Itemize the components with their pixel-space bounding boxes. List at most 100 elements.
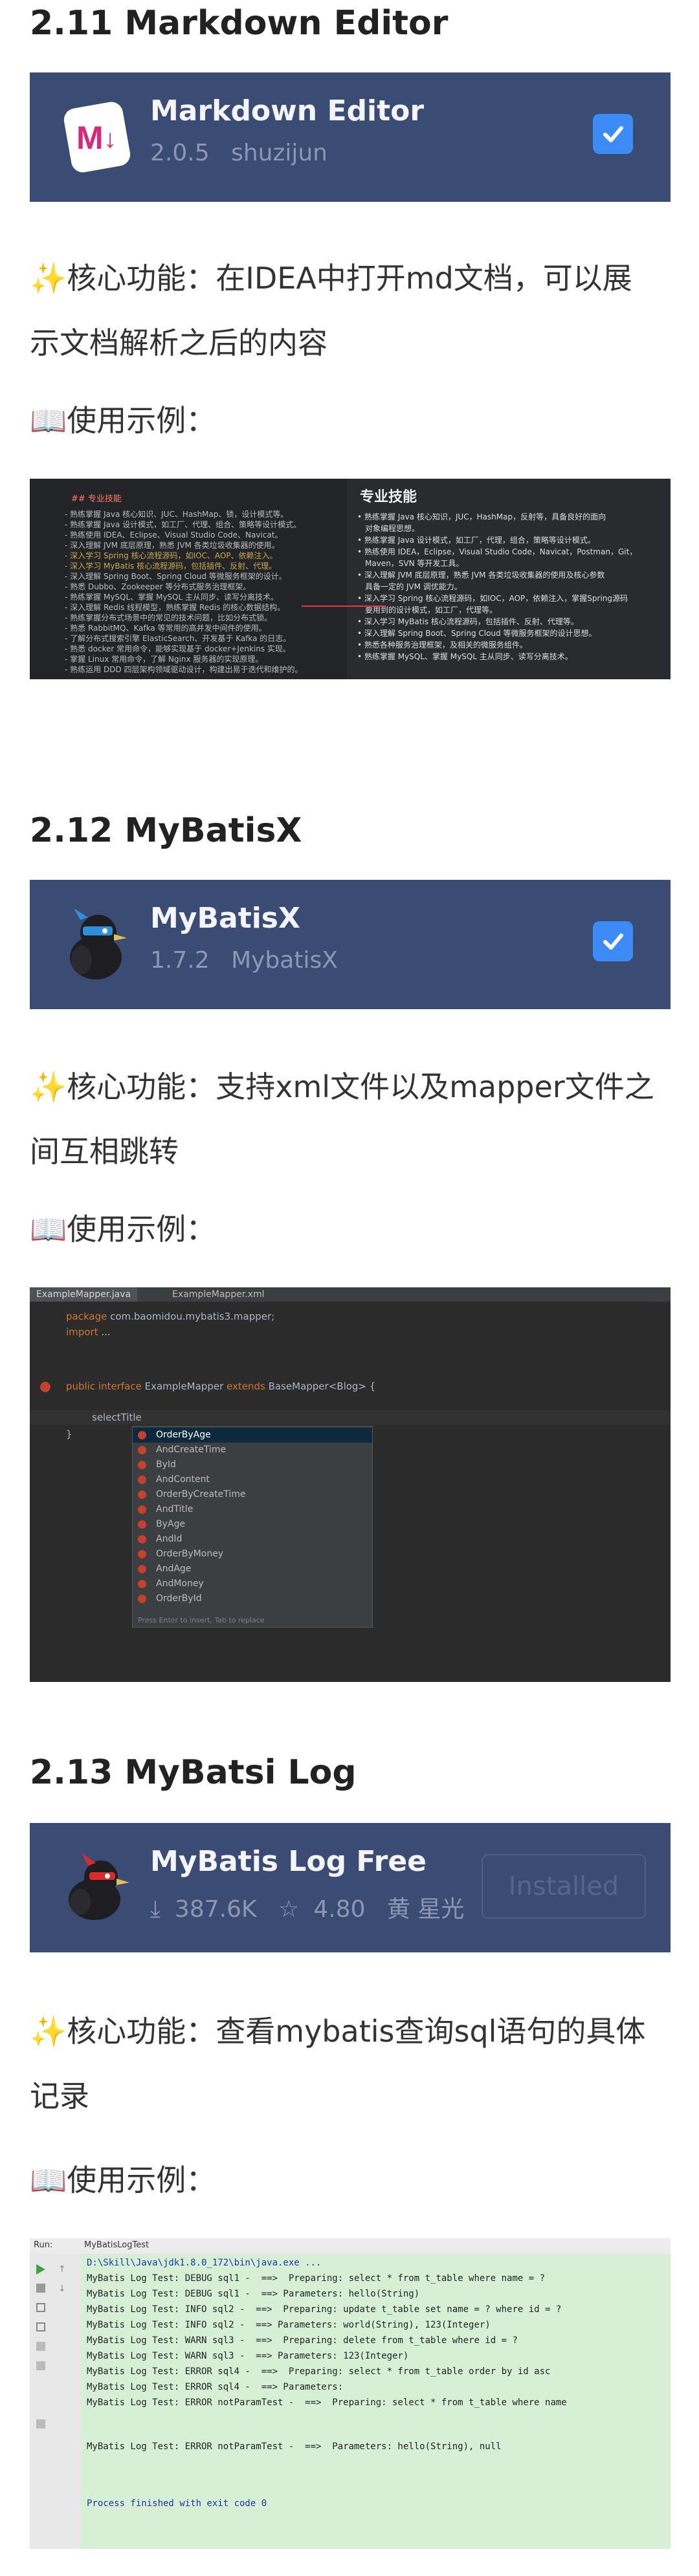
method-icon: [138, 1595, 146, 1603]
console-line: MyBatis Log Test: ERROR notParamTest - =…: [87, 2397, 567, 2408]
completion-item[interactable]: AndTitle: [133, 1502, 372, 1517]
editor-tab-bar: ExampleMapper.java ExampleMapper.xml: [30, 1287, 671, 1302]
plugin-downloads: 387.6K: [174, 1896, 257, 1923]
markdown-rendered-pane: 专业技能 • 熟练掌握 Java 核心知识，JUC，HashMap，反射等，具备…: [347, 479, 671, 679]
plugin-meta: 1.7.2 MybatisX: [150, 947, 352, 974]
tab-example-mapper-xml[interactable]: ExampleMapper.xml: [166, 1287, 271, 1302]
star-icon: ☆: [278, 1896, 300, 1923]
stop-icon[interactable]: [36, 2284, 45, 2293]
mapper-gutter-icon[interactable]: [40, 1382, 50, 1392]
plugin-card-mybatis-log-free[interactable]: MyBatis Log Free ⤓ 387.6K ☆ 4.80 黄 星光 Inst…: [30, 1823, 671, 1952]
completion-item[interactable]: OrderByCreateTime: [133, 1487, 372, 1502]
completion-item[interactable]: OrderByAge: [133, 1428, 372, 1443]
print-icon[interactable]: [36, 2342, 45, 2351]
pin-icon[interactable]: [36, 2419, 45, 2429]
feature-description: ✨核心功能：查看mybatis查询sql语句的具体 记录: [30, 2014, 646, 2113]
console-output: D:\Skill\Java\jdk1.8.0_172\bin\java.exe …: [80, 2254, 671, 2549]
plugin-name: MyBatisX: [150, 902, 300, 935]
section-title-markdown-editor: 2.11 Markdown Editor: [30, 4, 449, 43]
completion-popup[interactable]: OrderByAge AndCreateTime ById AndContent…: [132, 1426, 373, 1628]
feature-description: ✨核心功能：支持xml文件以及mapper文件之 间互相跳转: [30, 1069, 654, 1169]
typed-method-name[interactable]: selectTitle: [92, 1412, 142, 1423]
plugin-rating: 4.80: [313, 1896, 366, 1923]
section-title-mybatisx: 2.12 MyBatisX: [30, 811, 302, 850]
completion-item[interactable]: AndAge: [133, 1562, 372, 1577]
plugin-meta: 2.0.5 shuzijun: [150, 140, 342, 166]
source-heading: ## 专业技能: [71, 494, 122, 504]
svg-text:M: M: [76, 120, 104, 156]
console-line: MyBatis Log Test: DEBUG sql1 - ==> Prepa…: [87, 2273, 546, 2284]
console-line: MyBatis Log Test: DEBUG sql1 - ==> Param…: [87, 2289, 420, 2299]
method-icon: [138, 1550, 146, 1558]
installed-checkbox[interactable]: [593, 114, 633, 154]
plugin-name: Markdown Editor: [150, 94, 425, 127]
markdown-source-pane: ## 专业技能 - 熟练掌握 Java 核心知识、JUC、HashMap、锁，设…: [30, 479, 373, 679]
code-line-close: }: [66, 1428, 72, 1440]
mybatis-log-run-screenshot: Run: MyBatisLogTest ↑ ↓ D:\Skill\Java\jd…: [30, 2238, 671, 2549]
method-icon: [138, 1580, 146, 1588]
tab-example-mapper-java[interactable]: ExampleMapper.java: [30, 1287, 138, 1302]
run-toolbar: ↑ ↓: [30, 2254, 81, 2549]
completion-item[interactable]: OrderById: [133, 1591, 372, 1606]
plugin-author: MybatisX: [231, 947, 338, 974]
feature-description: ✨核心功能：在IDEA中打开md文档，可以展 示文档解析之后的内容: [30, 261, 632, 360]
example-label: 📖使用示例：: [30, 1212, 216, 1247]
plugin-author: shuzijun: [231, 140, 327, 166]
console-line: MyBatis Log Test: WARN sql3 - ==> Parame…: [87, 2351, 409, 2361]
completion-hint: Press Enter to insert, Tab to replace: [138, 1616, 265, 1624]
example-label: 📖使用示例：: [30, 403, 216, 438]
plugin-meta: ⤓ 387.6K ☆ 4.80 黄 星光: [150, 1890, 478, 1924]
example-label: 📖使用示例：: [30, 2163, 216, 2198]
code-line-import: import ...: [66, 1326, 111, 1338]
trash-icon[interactable]: [36, 2361, 45, 2370]
annotation-arrow: [302, 606, 386, 607]
run-label: Run:: [34, 2240, 53, 2250]
plugin-version: 1.7.2: [150, 947, 210, 974]
check-icon: [603, 933, 623, 950]
completion-item[interactable]: AndMoney: [133, 1577, 372, 1591]
plugin-card-markdown-editor[interactable]: M ↓ Markdown Editor 2.0.5 shuzijun: [30, 72, 671, 202]
scroll-up-icon[interactable]: ↑: [58, 2264, 66, 2275]
completion-item[interactable]: ByAge: [133, 1517, 372, 1532]
check-icon: [603, 126, 623, 142]
mybatis-log-bird-icon: [69, 1853, 129, 1920]
console-exit-line: Process finished with exit code 0: [87, 2498, 267, 2509]
completion-item[interactable]: AndId: [133, 1532, 372, 1547]
restore-layout-icon[interactable]: [36, 2322, 45, 2331]
method-icon: [138, 1520, 146, 1529]
rerun-icon[interactable]: [36, 2264, 45, 2275]
console-line: MyBatis Log Test: WARN sql3 - ==> Prepar…: [87, 2335, 518, 2346]
plugin-version: 2.0.5: [150, 140, 210, 166]
method-icon: [138, 1446, 146, 1454]
scroll-down-icon[interactable]: ↓: [58, 2284, 66, 2294]
code-line-package: package com.baomidou.mybatis3.mapper;: [66, 1311, 275, 1322]
markdown-logo-icon: M ↓: [63, 102, 131, 173]
console-line: MyBatis Log Test: ERROR sql4 - ==> Param…: [87, 2382, 344, 2392]
completion-item[interactable]: AndCreateTime: [133, 1443, 372, 1457]
mybatisx-bird-icon: [70, 908, 127, 979]
completion-item[interactable]: ById: [133, 1457, 372, 1472]
installed-checkbox[interactable]: [593, 921, 633, 961]
installed-button[interactable]: Installed: [482, 1854, 646, 1919]
plugin-card-mybatisx[interactable]: MyBatisX 1.7.2 MybatisX: [30, 880, 671, 1009]
method-icon: [138, 1431, 146, 1439]
run-tab-bar: Run: MyBatisLogTest: [30, 2238, 671, 2254]
method-icon: [138, 1565, 146, 1573]
completion-item[interactable]: AndContent: [133, 1472, 372, 1487]
camera-icon[interactable]: [36, 2303, 45, 2312]
run-tab[interactable]: MyBatisLogTest: [84, 2240, 149, 2250]
console-line: MyBatis Log Test: INFO sql2 - ==> Prepar…: [87, 2304, 562, 2315]
method-icon: [138, 1505, 146, 1514]
method-icon: [138, 1476, 146, 1484]
code-line-interface: public interface ExampleMapper extends B…: [66, 1381, 376, 1392]
plugin-name: MyBatis Log Free: [150, 1845, 427, 1878]
method-icon: [138, 1535, 146, 1544]
plugin-author: 黄 星光: [386, 1896, 465, 1923]
completion-item[interactable]: OrderByMoney: [133, 1547, 372, 1562]
markdown-preview-screenshot: ## 专业技能 - 熟练掌握 Java 核心知识、JUC、HashMap、锁，设…: [30, 479, 671, 679]
mybatisx-completion-screenshot: ExampleMapper.java ExampleMapper.xml pac…: [30, 1287, 671, 1682]
download-icon: ⤓: [150, 1896, 161, 1923]
section-title-mybatis-log: 2.13 MyBatsi Log: [30, 1753, 357, 1792]
console-command: D:\Skill\Java\jdk1.8.0_172\bin\java.exe …: [87, 2258, 322, 2268]
console-line: MyBatis Log Test: ERROR sql4 - ==> Prepa…: [87, 2366, 551, 2377]
